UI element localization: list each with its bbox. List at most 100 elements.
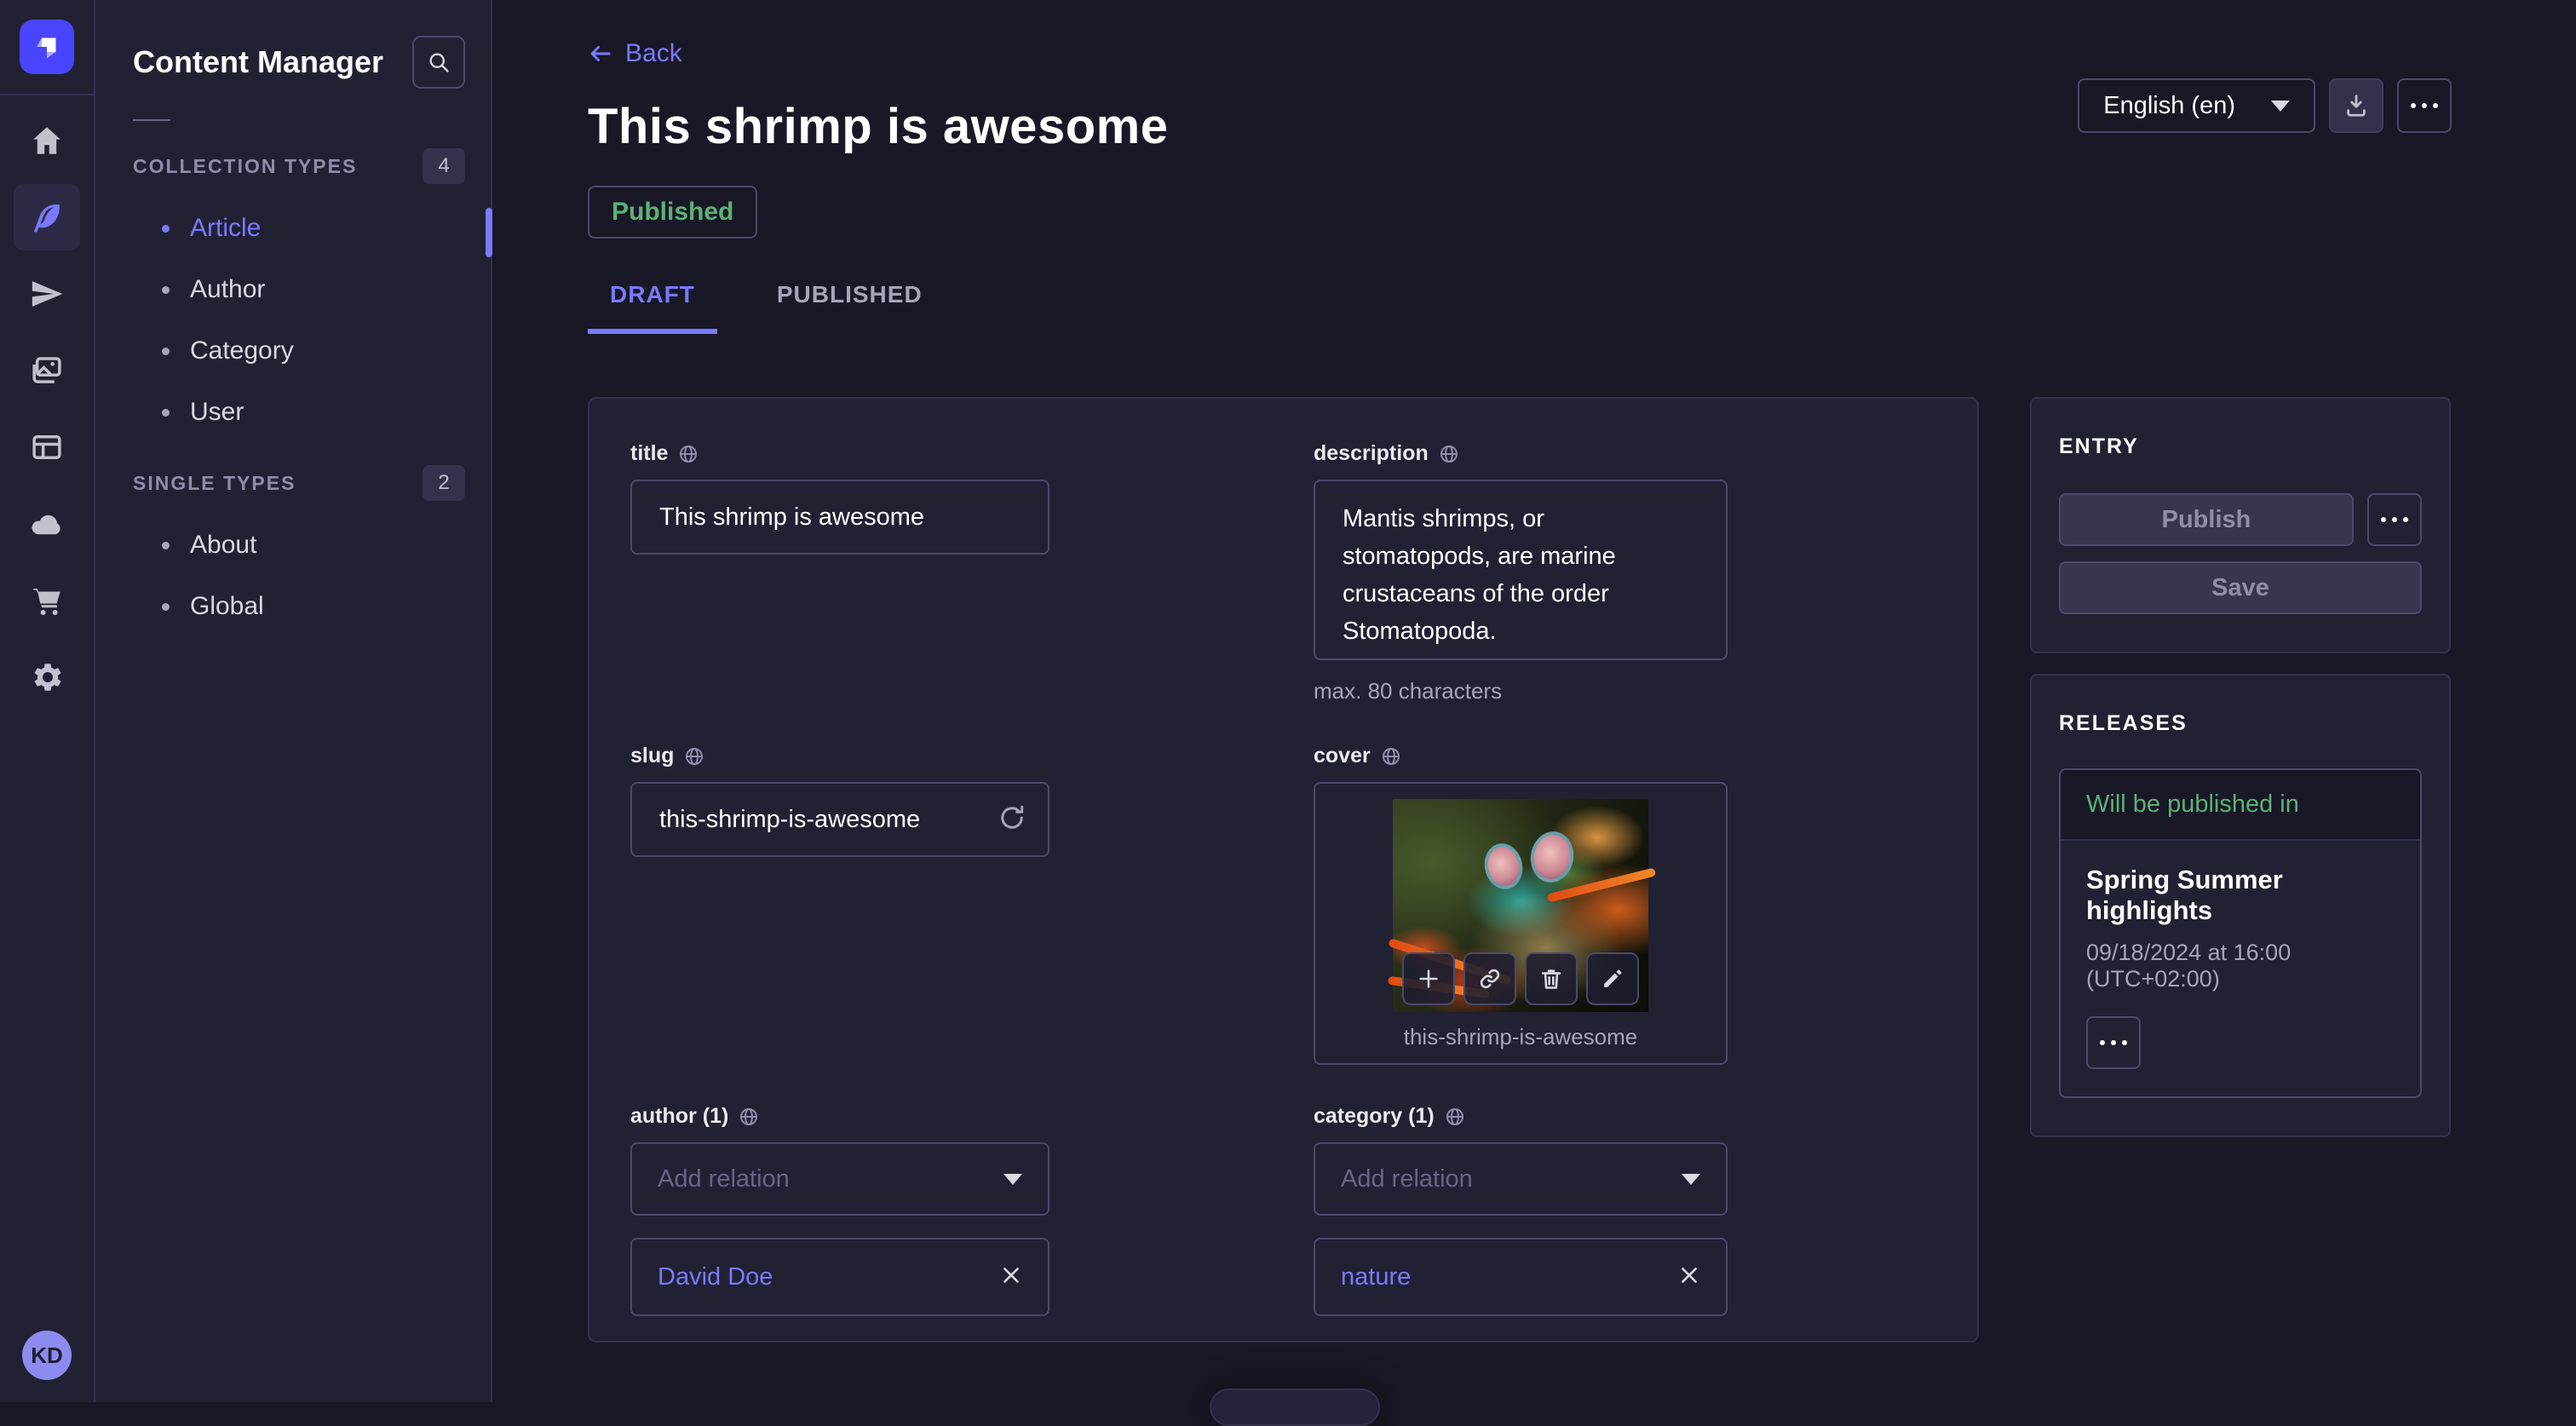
settings-gear-icon[interactable] [14,644,80,710]
globe-icon [1445,1107,1465,1127]
download-button[interactable] [2329,78,2383,133]
delete-asset-button[interactable] [1525,952,1578,1005]
bullet-icon [162,409,170,417]
cover-filename: this-shrimp-is-awesome [1404,1024,1638,1050]
status-badge: Published [588,186,757,239]
relation-link[interactable]: David Doe [658,1263,773,1291]
remove-relation-icon[interactable] [1678,1264,1700,1291]
entry-more-button[interactable] [2367,493,2422,546]
sidebar-item-global[interactable]: Global [95,576,491,637]
field-label-text: author (1) [630,1104,728,1129]
back-label: Back [625,39,682,68]
sidebar-item-label: Category [190,336,294,365]
title-input[interactable] [630,480,1049,555]
single-types-list: About Global [95,515,491,637]
locale-select[interactable]: English (en) [2078,78,2315,133]
app-window: KD Content Manager COLLECTION TYPES 4 Ar… [0,0,2576,1402]
tab-published[interactable]: PUBLISHED [755,281,945,334]
globe-icon [739,1107,759,1127]
sidebar-item-category[interactable]: Category [95,320,491,382]
field-category: category (1) Add relation nature [1314,1104,1728,1316]
field-label-text: title [630,441,668,466]
relation-placeholder: Add relation [1341,1165,1473,1193]
sidebar-item-author[interactable]: Author [95,259,491,320]
tab-draft[interactable]: DRAFT [588,281,717,334]
sidebar-item-label: About [190,531,256,560]
globe-icon [684,746,704,767]
sidebar-item-label: User [190,398,244,427]
field-cover: cover [1314,744,1728,1065]
download-icon [2343,93,2369,118]
side-panels: ENTRY Publish Save RELEASES Will be publ… [2030,397,2451,1137]
search-button[interactable] [412,36,465,89]
shrimp-eye [1481,840,1527,893]
bullet-icon [162,348,170,355]
field-label: author (1) [630,1104,1049,1129]
sidebar-item-user[interactable]: User [95,382,491,443]
field-label-text: description [1314,441,1429,466]
home-icon[interactable] [14,107,80,174]
back-link[interactable]: Back [588,39,682,68]
cloud-icon[interactable] [14,491,80,557]
marketplace-cart-icon[interactable] [14,567,80,634]
author-relation-select[interactable]: Add relation [630,1142,1049,1216]
section-single-types: SINGLE TYPES 2 [95,465,491,501]
cover-field-box: this-shrimp-is-awesome [1314,782,1728,1065]
content-type-builder-icon[interactable] [14,414,80,480]
sidebar-item-article[interactable]: Article [95,198,491,259]
release-name: Spring Summer highlights [2086,865,2395,926]
slug-input[interactable] [630,782,1049,857]
copy-link-button[interactable] [1463,952,1516,1005]
category-relation-select[interactable]: Add relation [1314,1142,1728,1216]
rail-icons [14,107,80,710]
section-label: SINGLE TYPES [133,472,296,495]
description-textarea[interactable]: Mantis shrimps, or stomatopods, are mari… [1314,480,1728,660]
globe-icon [1439,444,1459,464]
remove-relation-icon[interactable] [1000,1264,1022,1291]
content-manager-icon[interactable] [14,184,80,250]
active-item-indicator [486,208,492,257]
shrimp-eye [1527,828,1578,886]
trash-icon [1539,967,1563,991]
media-library-icon[interactable] [14,337,80,404]
strapi-logo[interactable] [20,20,74,74]
add-asset-button[interactable] [1402,952,1455,1005]
search-icon [427,50,451,74]
link-icon [1478,967,1502,991]
sidebar-item-about[interactable]: About [95,515,491,576]
edit-form-card: title description Mantis shrimps, or sto… [588,397,1979,1343]
pencil-icon [1601,967,1624,991]
tabs: DRAFT PUBLISHED [588,281,2452,334]
field-label-text: category (1) [1314,1104,1435,1129]
field-label-text: slug [630,744,674,768]
main-nav-rail: KD [0,0,95,1402]
publish-button[interactable]: Publish [2059,493,2354,546]
globe-icon [1381,746,1401,767]
strapi-logo-glyph [32,32,62,62]
avatar[interactable]: KD [22,1331,72,1380]
chevron-down-icon [2271,101,2290,112]
release-date: 09/18/2024 at 16:00 (UTC+02:00) [2086,940,2395,992]
edit-asset-button[interactable] [1586,952,1639,1005]
header-more-button[interactable] [2397,78,2452,133]
section-collection-types: COLLECTION TYPES 4 [95,148,491,184]
relation-placeholder: Add relation [658,1165,790,1193]
bullet-icon [162,603,170,611]
category-relation-item: nature [1314,1238,1728,1316]
releases-send-icon[interactable] [14,261,80,327]
release-more-button[interactable] [2086,1016,2141,1069]
section-label: COLLECTION TYPES [133,155,357,178]
section-count-badge: 2 [423,465,465,501]
bullet-icon [162,542,170,549]
top-actions: English (en) [2078,78,2452,133]
sidebar-item-label: Article [190,214,261,243]
save-button[interactable]: Save [2059,561,2422,614]
regenerate-slug-icon[interactable] [997,802,1027,837]
bottom-partial-pill[interactable] [1210,1389,1380,1426]
field-label: cover [1314,744,1728,768]
relation-link[interactable]: nature [1341,1263,1411,1291]
sidebar-item-label: Global [190,592,264,621]
author-relation-item: David Doe [630,1238,1049,1316]
cover-toolbar [1402,952,1639,1005]
field-description: description Mantis shrimps, or stomatopo… [1314,441,1728,704]
